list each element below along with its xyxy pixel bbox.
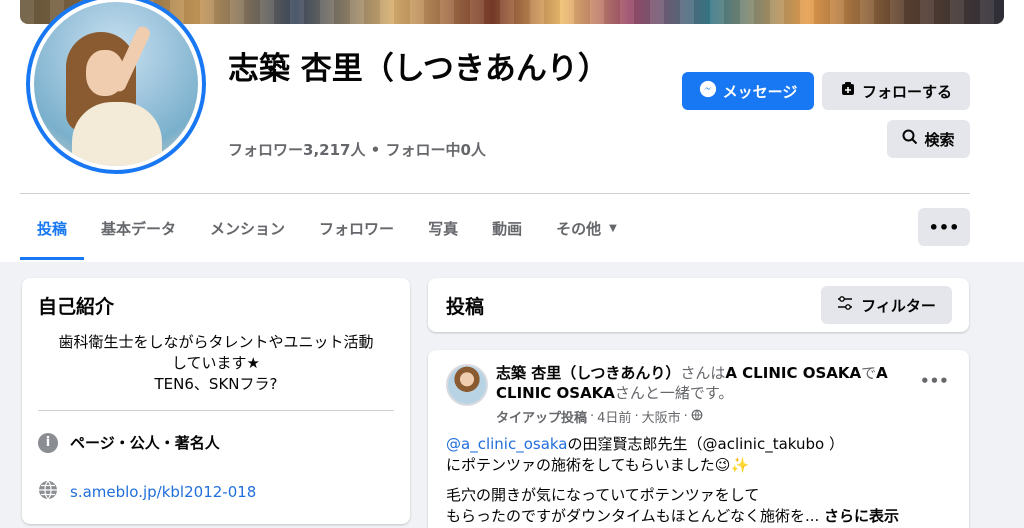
post-with-text: さんは bbox=[680, 364, 726, 382]
bio-line: しています★ bbox=[172, 354, 260, 372]
filter-button-label: フィルター bbox=[861, 296, 936, 315]
mention-link[interactable]: @a_clinic_osaka bbox=[446, 435, 568, 453]
post-author-avatar[interactable] bbox=[446, 364, 488, 406]
post-together-text: さんと一緒です。 bbox=[614, 384, 734, 402]
post-header: 志築 杏里（しつきあんり）さんはA CLINIC OSAKAでA CLINIC … bbox=[496, 363, 896, 403]
follow-button-label: フォローする bbox=[861, 82, 952, 101]
post-place[interactable]: A CLINIC OSAKA bbox=[725, 364, 861, 382]
bio-line: 歯科衛生士をしながらタレントやユニット活動 bbox=[58, 333, 374, 351]
post-timestamp[interactable]: 4日前 bbox=[597, 407, 631, 426]
profile-tabs: 投稿 基本データ メンション フォロワー 写真 動画 その他 ▼ bbox=[20, 196, 634, 260]
search-button-label: 検索 bbox=[924, 130, 955, 149]
post-meta: タイアップ投稿 · 4日前 · 大阪市 · bbox=[496, 407, 703, 426]
post-text-line: にポテンツァの施術をしてもらいました😉✨ bbox=[446, 456, 750, 474]
posts-header-card: 投稿 フィルター bbox=[428, 278, 969, 332]
tab-more-label: その他 bbox=[556, 219, 602, 238]
caret-down-icon: ▼ bbox=[609, 222, 617, 234]
post-options-button[interactable]: ••• bbox=[920, 372, 949, 390]
intro-card: 自己紹介 歯科衛生士をしながらタレントやユニット活動 しています★ TEN6、S… bbox=[22, 278, 410, 524]
tab-about[interactable]: 基本データ bbox=[84, 196, 193, 260]
follower-count[interactable]: フォロワー3,217人 • フォロー中0人 bbox=[228, 139, 486, 160]
post-text-line: @a_clinic_osakaの田窪賢志郎先生（@aclinic_takubo … bbox=[446, 434, 946, 455]
header-divider bbox=[20, 193, 970, 194]
more-options-button[interactable]: ••• bbox=[918, 208, 970, 246]
avatar-photo bbox=[34, 2, 198, 166]
follow-button[interactable]: フォローする bbox=[822, 72, 970, 110]
messenger-icon bbox=[699, 80, 717, 102]
tab-videos[interactable]: 動画 bbox=[475, 196, 539, 260]
bio-line: TEN6、SKNフラ? bbox=[154, 375, 278, 393]
posts-title: 投稿 bbox=[446, 296, 485, 318]
globe-icon bbox=[38, 480, 58, 504]
search-icon bbox=[902, 129, 918, 149]
see-more-link[interactable]: さらに表示 bbox=[824, 507, 899, 525]
info-icon: i bbox=[38, 432, 58, 453]
post-text-segment: の田窪賢志郎先生（@aclinic_takubo ） bbox=[567, 435, 844, 453]
post-text-line: もらったのですがダウンタイムもほとんどなく施術を... さらに表示 bbox=[446, 506, 946, 527]
message-button[interactable]: メッセージ bbox=[682, 72, 814, 110]
post-author-name[interactable]: 志築 杏里（しつきあんり） bbox=[496, 364, 680, 382]
website-row: s.ameblo.jp/kbl2012-018 bbox=[38, 480, 256, 504]
website-link[interactable]: s.ameblo.jp/kbl2012-018 bbox=[70, 483, 256, 501]
globe-icon bbox=[691, 409, 703, 425]
search-button[interactable]: 検索 bbox=[887, 120, 970, 158]
follow-icon bbox=[840, 81, 856, 101]
intro-divider bbox=[38, 410, 394, 411]
post-text-segment: もらったのですがダウンタイムもほとんどなく施術を... bbox=[446, 507, 820, 525]
profile-avatar[interactable] bbox=[26, 0, 206, 174]
category-text: ページ・公人・著名人 bbox=[70, 434, 220, 452]
post-tieup-label[interactable]: タイアップ投稿 bbox=[496, 407, 587, 426]
tab-mentions[interactable]: メンション bbox=[193, 196, 302, 260]
post-card: 志築 杏里（しつきあんり）さんはA CLINIC OSAKAでA CLINIC … bbox=[428, 350, 969, 528]
post-location[interactable]: 大阪市 bbox=[642, 407, 681, 426]
category-row: i ページ・公人・著名人 bbox=[38, 432, 220, 453]
tab-photos[interactable]: 写真 bbox=[411, 196, 475, 260]
tab-more[interactable]: その他 ▼ bbox=[539, 196, 634, 260]
intro-title: 自己紹介 bbox=[38, 296, 115, 318]
profile-name: 志築 杏里（しつきあんり） bbox=[228, 51, 609, 87]
bio-text: 歯科衛生士をしながらタレントやユニット活動 しています★ TEN6、SKNフラ? bbox=[38, 332, 394, 395]
post-de-text: で bbox=[861, 364, 877, 382]
post-text-line: 毛穴の開きが気になっていてポテンツァをして bbox=[446, 486, 760, 504]
tab-posts[interactable]: 投稿 bbox=[20, 196, 85, 260]
filter-button[interactable]: フィルター bbox=[821, 286, 952, 324]
tab-followers[interactable]: フォロワー bbox=[302, 196, 411, 260]
filter-icon bbox=[837, 296, 853, 314]
message-button-label: メッセージ bbox=[722, 82, 798, 101]
